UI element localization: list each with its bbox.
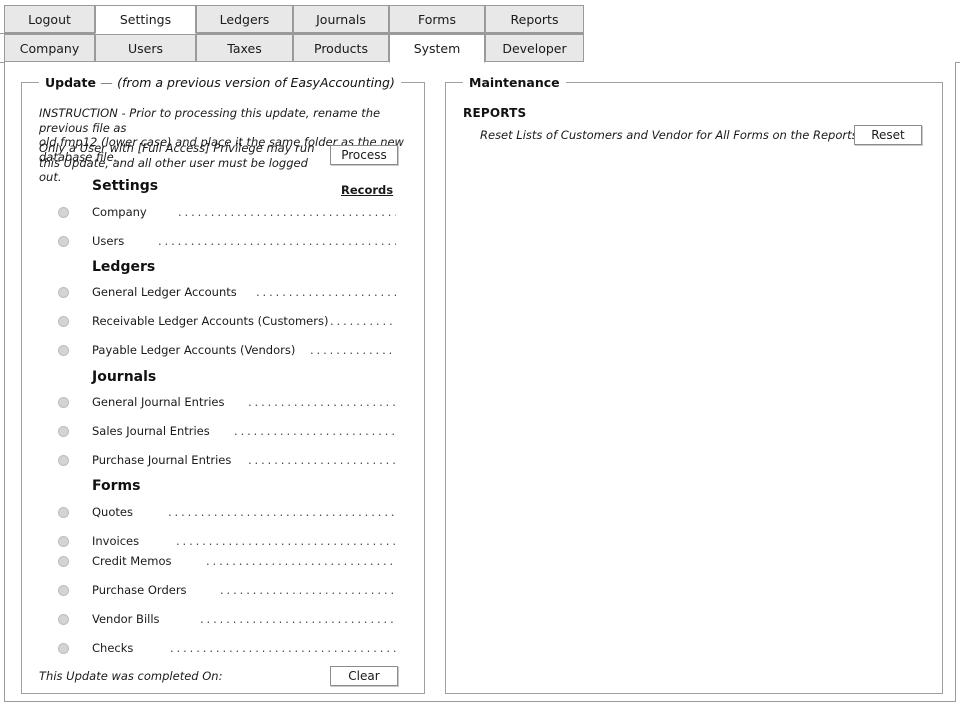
status-indicator-icon <box>58 397 69 408</box>
maintenance-panel-legend: Maintenance <box>463 75 566 90</box>
dotted-leader: ........................................… <box>234 424 396 438</box>
reset-button[interactable]: Reset <box>854 125 922 145</box>
maintenance-panel-title: Maintenance <box>469 75 560 90</box>
update-row: General Ledger Accounts.................… <box>58 285 396 301</box>
subtab-users[interactable]: Users <box>95 34 196 62</box>
legend-dash: — <box>100 75 113 90</box>
primary-tab-bar: Logout Settings Ledgers Journals Forms Report… <box>0 5 960 34</box>
update-row-label: Quotes <box>92 505 133 519</box>
status-indicator-icon <box>58 426 69 437</box>
status-indicator-icon <box>58 345 69 356</box>
update-group-heading-ledgers: Ledgers <box>92 259 156 275</box>
dotted-leader: ........................................… <box>310 343 396 357</box>
tab-ledgers[interactable]: Ledgers <box>196 5 293 33</box>
subtab-products[interactable]: Products <box>293 34 389 62</box>
dotted-leader: ........................................… <box>248 395 396 409</box>
status-indicator-icon <box>58 536 69 547</box>
update-completed-note: This Update was completed On: <box>39 669 223 683</box>
update-row-label: Invoices <box>92 534 140 548</box>
content-frame: Update — (from a previous version of Eas… <box>4 62 956 702</box>
update-row: General Journal Entries.................… <box>58 395 396 411</box>
dotted-leader: ........................................… <box>200 612 396 626</box>
dotted-leader: ........................................… <box>176 534 396 548</box>
update-instruction-secondary: Only a User with [Full Access] Privilege… <box>39 141 315 184</box>
update-row: Company.................................… <box>58 205 396 221</box>
update-row: Purchase Journal Entries................… <box>58 453 396 469</box>
dotted-leader: ........................................… <box>248 453 396 467</box>
update-row: Checks..................................… <box>58 641 396 657</box>
subtab-developer[interactable]: Developer <box>485 34 584 62</box>
update-row: Invoices................................… <box>58 534 396 550</box>
tab-reports[interactable]: Reports <box>485 5 584 33</box>
subtab-system[interactable]: System <box>389 34 485 63</box>
tab-forms[interactable]: Forms <box>389 5 485 33</box>
update-panel: Update — (from a previous version of Eas… <box>21 75 425 694</box>
update-row-label: Checks <box>92 641 134 655</box>
tab-logout[interactable]: Logout <box>4 5 95 33</box>
update-row: Sales Journal Entries...................… <box>58 424 396 440</box>
update-row-label: Vendor Bills <box>92 612 160 626</box>
dotted-leader: ........................................… <box>206 554 396 568</box>
update-row: Payable Ledger Accounts (Vendors).......… <box>58 343 396 359</box>
status-indicator-icon <box>58 287 69 298</box>
dotted-leader: ........................................… <box>330 314 396 328</box>
update-row-label: General Journal Entries <box>92 395 225 409</box>
maintenance-reports-heading: REPORTS <box>463 106 527 120</box>
update-row-label: General Ledger Accounts <box>92 285 237 299</box>
update-row-label: Credit Memos <box>92 554 172 568</box>
update-row-label: Sales Journal Entries <box>92 424 210 438</box>
records-link[interactable]: Records <box>341 183 393 197</box>
update-row-label: Users <box>92 234 125 248</box>
tab-settings[interactable]: Settings <box>95 5 196 34</box>
update-group-heading-forms: Forms <box>92 478 141 494</box>
update-group-heading-settings: Settings <box>92 178 159 194</box>
update-panel-subtitle: (from a previous version of EasyAccounti… <box>117 75 395 90</box>
update-row-label: Receivable Ledger Accounts (Customers) <box>92 314 329 328</box>
update-row-label: Purchase Orders <box>92 583 187 597</box>
update-row: Purchase Orders.........................… <box>58 583 396 599</box>
update-row: Quotes..................................… <box>58 505 396 521</box>
update-row-label: Purchase Journal Entries <box>92 453 232 467</box>
status-indicator-icon <box>58 643 69 654</box>
dotted-leader: ........................................… <box>178 205 396 219</box>
subtab-taxes[interactable]: Taxes <box>196 34 293 62</box>
maintenance-panel: Maintenance REPORTS Reset Lists of Custo… <box>445 75 943 694</box>
update-row-label: Company <box>92 205 147 219</box>
status-indicator-icon <box>58 455 69 466</box>
status-indicator-icon <box>58 614 69 625</box>
maintenance-reset-description: Reset Lists of Customers and Vendor for … <box>480 128 916 142</box>
tab-journals[interactable]: Journals <box>293 5 389 33</box>
status-indicator-icon <box>58 207 69 218</box>
status-indicator-icon <box>58 556 69 567</box>
status-indicator-icon <box>58 236 69 247</box>
subtab-company[interactable]: Company <box>4 34 95 62</box>
secondary-tab-bar: Company Users Taxes Products System Developer <box>0 34 960 63</box>
update-panel-title: Update <box>45 75 96 90</box>
dotted-leader: ........................................… <box>168 505 396 519</box>
dotted-leader: ........................................… <box>256 285 396 299</box>
status-indicator-icon <box>58 316 69 327</box>
update-row: Users...................................… <box>58 234 396 250</box>
update-group-heading-journals: Journals <box>92 369 157 385</box>
update-panel-legend: Update — (from a previous version of Eas… <box>39 75 401 90</box>
dotted-leader: ........................................… <box>170 641 396 655</box>
update-row: Vendor Bills............................… <box>58 612 396 628</box>
dotted-leader: ........................................… <box>158 234 396 248</box>
update-row: Receivable Ledger Accounts (Customers)..… <box>58 314 396 330</box>
status-indicator-icon <box>58 585 69 596</box>
dotted-leader: ........................................… <box>220 583 396 597</box>
process-button[interactable]: Process <box>330 145 398 165</box>
update-row: Credit Memos............................… <box>58 554 396 570</box>
clear-button[interactable]: Clear <box>330 666 398 686</box>
status-indicator-icon <box>58 507 69 518</box>
update-row-label: Payable Ledger Accounts (Vendors) <box>92 343 296 357</box>
